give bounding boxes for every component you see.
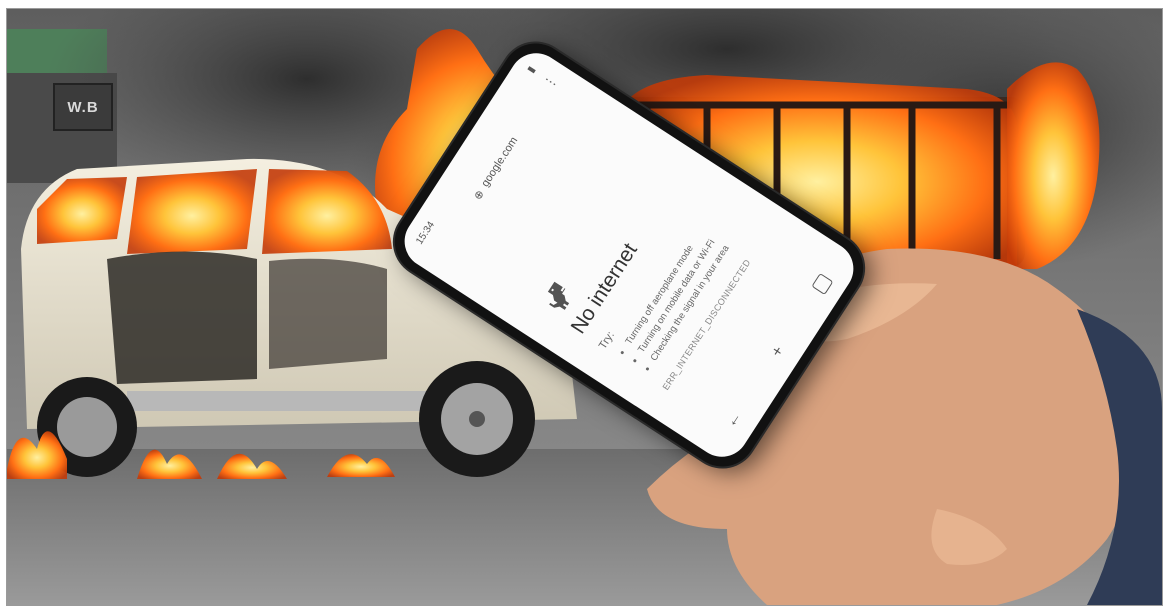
tab-switcher-icon[interactable] bbox=[811, 273, 834, 296]
battery-icon: ▮ bbox=[525, 64, 538, 75]
news-photo-frame: W.B 15:34 ▮ ⊕ google.com ⋮ No internet T… bbox=[6, 8, 1163, 606]
try-label: Try: bbox=[596, 329, 617, 352]
back-arrow-icon[interactable]: ← bbox=[722, 408, 746, 431]
shop-sign: W.B bbox=[53, 83, 113, 131]
globe-icon: ⊕ bbox=[471, 187, 487, 203]
plus-icon[interactable]: + bbox=[768, 343, 788, 361]
offline-dino-icon bbox=[547, 281, 570, 310]
